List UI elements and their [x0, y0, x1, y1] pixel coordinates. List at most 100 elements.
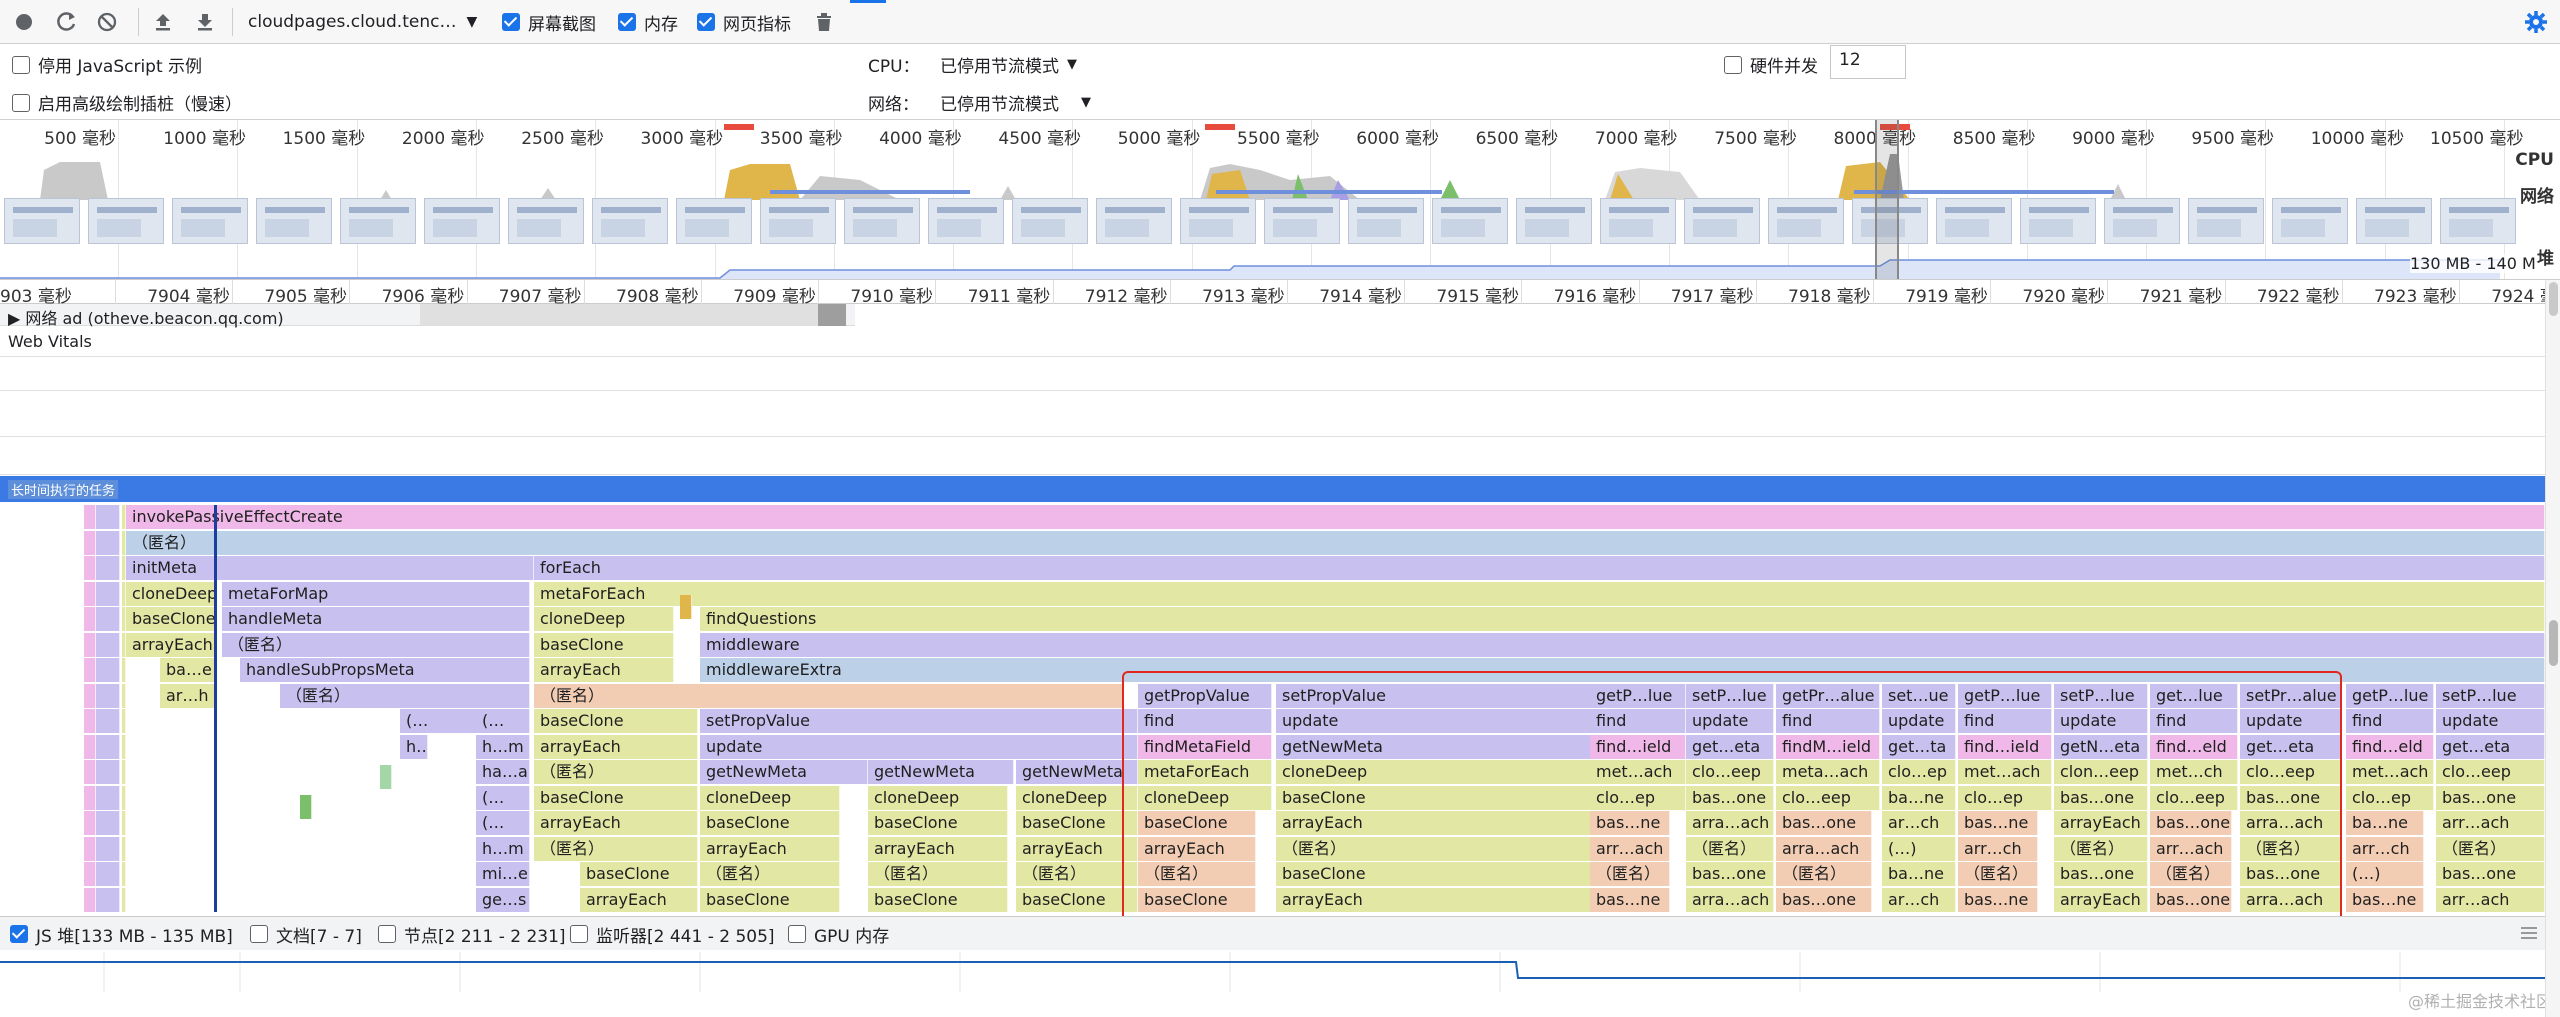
flame-frame[interactable]: met…ch: [2150, 760, 2238, 784]
screenshot-thumbnail[interactable]: [1096, 198, 1172, 244]
flame-frame[interactable]: clo…ep: [1958, 785, 2052, 810]
flame-frame[interactable]: clo…eep: [2240, 760, 2342, 784]
selection-window[interactable]: [1875, 120, 1899, 279]
flame-frame[interactable]: update: [700, 734, 1138, 759]
flame-frame[interactable]: findMetaField: [1138, 734, 1272, 759]
flame-frame[interactable]: （匿名）: [534, 683, 1124, 708]
flame-frame[interactable]: get…lue: [2150, 683, 2238, 708]
scrollbar-thumb[interactable]: [2549, 620, 2558, 666]
screenshot-thumbnail[interactable]: [2020, 198, 2096, 244]
flame-frame[interactable]: arrayEach: [1276, 887, 1592, 912]
flame-frame[interactable]: find: [1776, 709, 1880, 733]
flame-frame[interactable]: (…: [476, 785, 530, 810]
flame-frame[interactable]: (…: [476, 811, 530, 835]
flame-frame[interactable]: bas…one: [2054, 862, 2148, 886]
flame-frame[interactable]: meta…ach: [1776, 760, 1880, 784]
cpu-throttle-select[interactable]: 已停用节流模式 ▼: [940, 52, 1077, 77]
flame-frame[interactable]: setPr…alue: [2240, 683, 2342, 708]
screenshot-thumbnail[interactable]: [592, 198, 668, 244]
flame-frame[interactable]: find…eld: [2346, 734, 2434, 759]
flame-frame[interactable]: bas…one: [2436, 862, 2545, 886]
flame-frame[interactable]: find…ield: [1590, 734, 1686, 759]
flame-frame[interactable]: （匿名）: [1776, 862, 1872, 886]
flame-frame[interactable]: get…eta: [2436, 734, 2545, 759]
nodes-counter[interactable]: 节点[2 211 - 2 231]: [370, 919, 574, 949]
screenshot-thumbnail[interactable]: [88, 198, 164, 244]
flame-frame[interactable]: initMeta: [126, 556, 534, 580]
flame-frame[interactable]: bas…ne: [1590, 811, 1670, 835]
flame-frame[interactable]: arr…ach: [2150, 836, 2232, 861]
flame-frame[interactable]: baseClone: [1276, 862, 1592, 886]
hw-concurrency-checkbox[interactable]: 硬件并发: [1724, 52, 1818, 77]
flame-frame[interactable]: getNewMeta: [868, 760, 1014, 784]
flame-frame[interactable]: （匿名）: [534, 836, 698, 861]
screenshot-thumbnail[interactable]: [1012, 198, 1088, 244]
flame-frame[interactable]: arrayEach: [534, 811, 698, 835]
flame-frame[interactable]: arr…ch: [1958, 836, 2038, 861]
screenshot-thumbnail[interactable]: [928, 198, 1004, 244]
flame-frame[interactable]: middleware: [700, 632, 2545, 657]
screenshot-thumbnail[interactable]: [1600, 198, 1676, 244]
network-track[interactable]: ▶ 网络 ad (otheve.beacon.qq.com): [0, 304, 855, 328]
flame-frame[interactable]: setPropValue: [1276, 683, 1592, 708]
flame-frame[interactable]: update: [2436, 709, 2545, 733]
flame-frame[interactable]: arrayEach: [1138, 836, 1256, 861]
flame-frame[interactable]: clon…eep: [2054, 760, 2148, 784]
flame-frame[interactable]: h…m: [476, 734, 530, 759]
flame-frame[interactable]: find: [2346, 709, 2434, 733]
flame-frame[interactable]: met…ach: [2346, 760, 2434, 784]
flame-frame[interactable]: findQuestions: [700, 607, 2545, 631]
flame-frame[interactable]: （匿名）: [1686, 836, 1774, 861]
timeline-overview[interactable]: 500 毫秒 1000 毫秒 1500 毫秒 2000 毫秒 2500 毫秒 3000 毫…: [0, 120, 2560, 280]
flame-frame[interactable]: bas…ne: [2346, 887, 2424, 912]
long-task-bar[interactable]: 长时间执行的任务: [0, 476, 2545, 502]
flame-frame[interactable]: arra…ach: [1686, 811, 1774, 835]
flame-frame[interactable]: bas…ne: [1590, 887, 1670, 912]
flame-frame[interactable]: ge…s: [476, 887, 530, 912]
flame-frame[interactable]: mi…e: [476, 862, 530, 886]
flame-frame[interactable]: baseClone: [700, 887, 840, 912]
flame-frame[interactable]: clo…eep: [1776, 785, 1880, 810]
flame-frame[interactable]: cloneDeep: [700, 785, 840, 810]
flame-frame[interactable]: setP…lue: [2054, 683, 2148, 708]
flame-frame[interactable]: find: [1590, 709, 1686, 733]
flame-frame[interactable]: baseClone: [534, 785, 698, 810]
download-icon[interactable]: [194, 9, 216, 35]
settings-gear-icon[interactable]: [2524, 9, 2548, 35]
flame-frame[interactable]: getP…lue: [1958, 683, 2052, 708]
flame-frame[interactable]: bas…one: [1776, 887, 1872, 912]
flame-frame[interactable]: baseClone: [534, 632, 674, 657]
flame-frame[interactable]: （匿名）: [280, 683, 530, 708]
flame-frame[interactable]: get…ta: [1882, 734, 1956, 759]
flame-frame[interactable]: arrayEach: [868, 836, 1008, 861]
flame-frame[interactable]: update: [2240, 709, 2342, 733]
flame-frame[interactable]: （匿名）: [1016, 862, 1138, 886]
flame-frame[interactable]: getN…eta: [2054, 734, 2148, 759]
flame-frame[interactable]: （匿名）: [2054, 836, 2148, 861]
flame-frame[interactable]: （匿名）: [1276, 836, 1592, 861]
flame-frame[interactable]: arrayEach: [534, 734, 698, 759]
flame-frame[interactable]: baseClone: [700, 811, 840, 835]
flame-frame[interactable]: arr…ch: [2346, 836, 2424, 861]
screenshot-thumbnail[interactable]: [1516, 198, 1592, 244]
flame-frame[interactable]: getNewMeta: [1016, 760, 1138, 784]
flame-frame[interactable]: baseClone: [1276, 785, 1592, 810]
listeners-counter[interactable]: 监听器[2 441 - 2 505]: [562, 919, 783, 949]
flame-frame[interactable]: invokePassiveEffectCreate: [126, 505, 2545, 529]
flame-frame[interactable]: h…m: [476, 836, 530, 861]
flame-frame[interactable]: baseClone: [580, 862, 698, 886]
flame-frame[interactable]: baseClone: [868, 811, 1008, 835]
screenshot-thumbnail[interactable]: [256, 198, 332, 244]
flame-frame[interactable]: （匿名）: [126, 530, 2545, 555]
screenshot-thumbnail[interactable]: [844, 198, 920, 244]
flame-frame[interactable]: get…eta: [1686, 734, 1774, 759]
flame-frame[interactable]: （匿名）: [534, 760, 698, 784]
web-vitals-checkbox[interactable]: 网页指标: [697, 9, 791, 35]
flame-frame[interactable]: setP…lue: [1686, 683, 1774, 708]
flame-frame[interactable]: ar…h: [160, 683, 216, 708]
screenshot-thumbnail[interactable]: [508, 198, 584, 244]
screenshot-thumbnail[interactable]: [1180, 198, 1256, 244]
flame-frame[interactable]: find: [1138, 709, 1272, 733]
screenshot-thumbnail[interactable]: [2272, 198, 2348, 244]
flame-frame[interactable]: ba…ne: [1882, 862, 1956, 886]
